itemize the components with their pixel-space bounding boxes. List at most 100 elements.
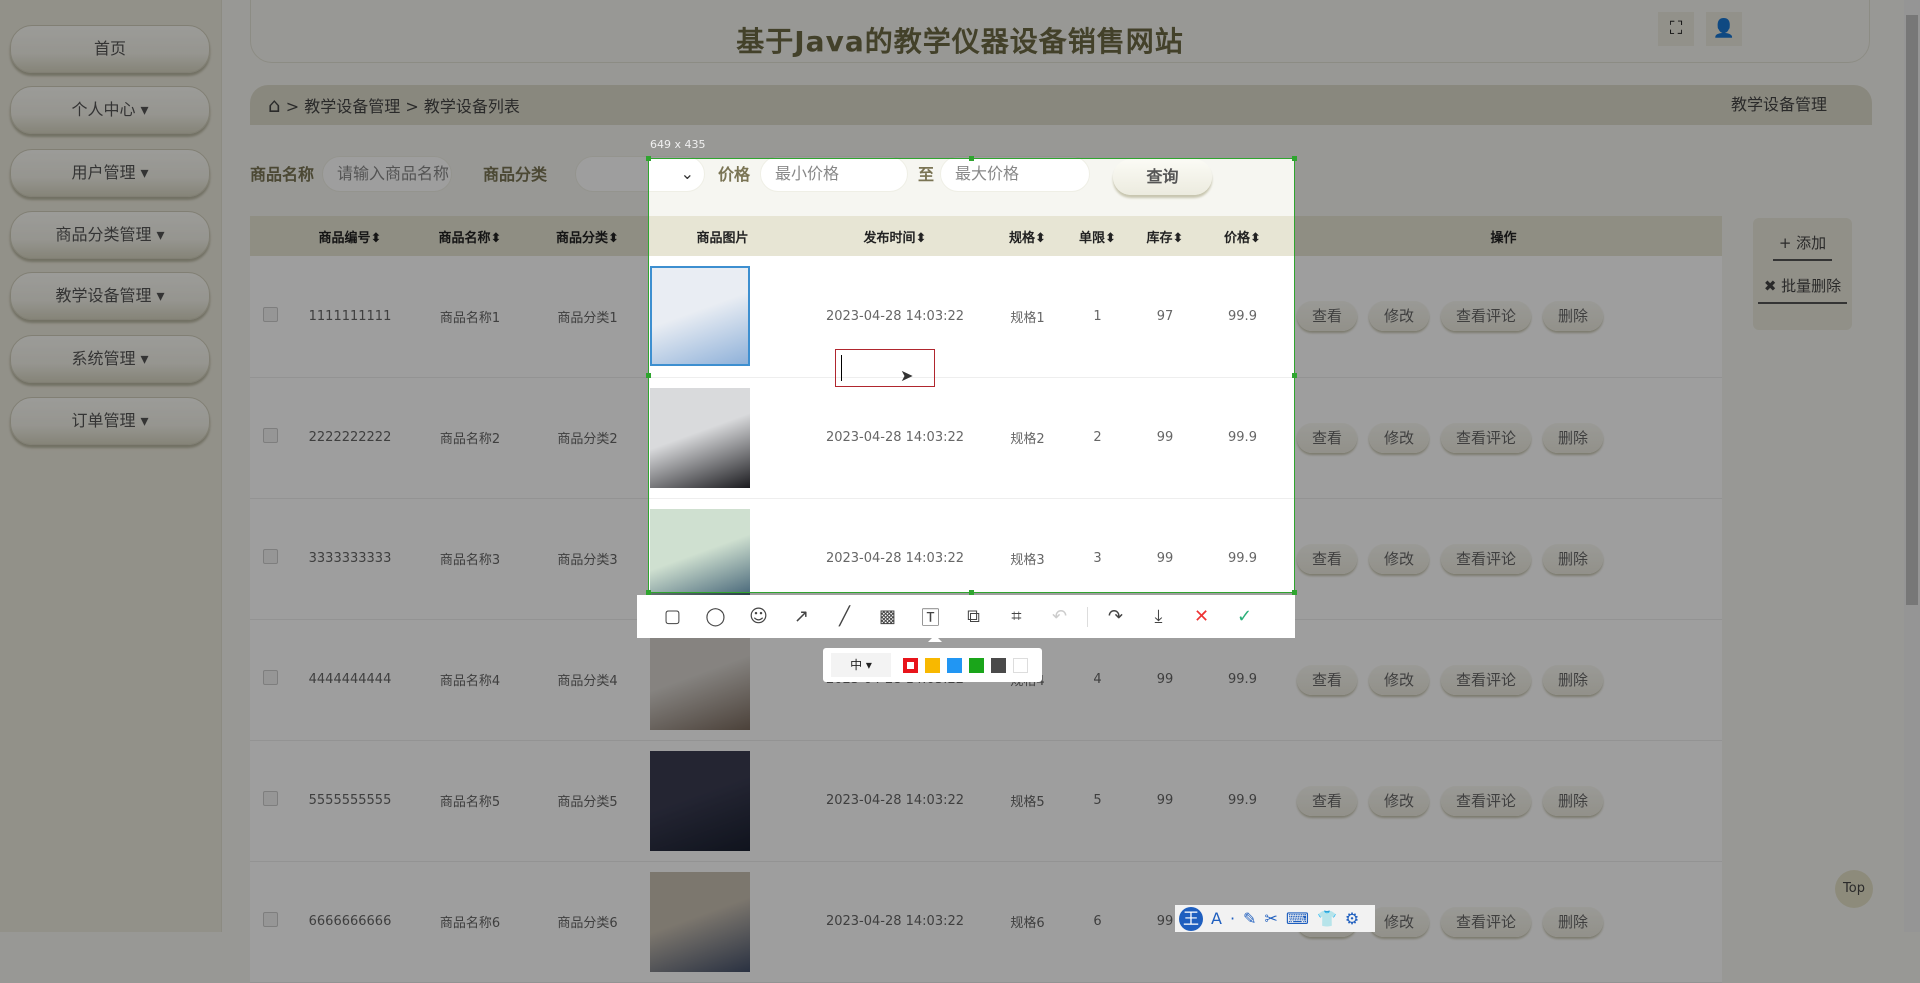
edit-button[interactable]: 修改 bbox=[1369, 422, 1430, 453]
delete-button[interactable]: 删除 bbox=[1543, 664, 1604, 695]
row-checkbox[interactable] bbox=[262, 428, 278, 443]
breadcrumb-section: 教学设备管理 bbox=[1730, 95, 1827, 114]
row-checkbox[interactable] bbox=[262, 670, 278, 685]
cell-spec: 规格5 bbox=[1010, 795, 1045, 810]
delete-button[interactable]: 删除 bbox=[1543, 543, 1604, 574]
edit-button[interactable]: 修改 bbox=[1369, 906, 1430, 937]
color-swatch[interactable] bbox=[903, 657, 918, 673]
ocr-icon[interactable]: ⌗ bbox=[995, 606, 1038, 627]
edit-button[interactable]: 修改 bbox=[1369, 301, 1430, 332]
column-header: 操作 bbox=[1285, 216, 1722, 256]
confirm-icon[interactable]: ✓ bbox=[1223, 606, 1266, 627]
view-button[interactable]: 查看 bbox=[1297, 422, 1358, 453]
side-actions: + 添加 ✖ 批量删除 bbox=[1753, 218, 1852, 330]
delete-button[interactable]: 删除 bbox=[1543, 301, 1604, 332]
column-header[interactable]: 商品名称⬍ bbox=[410, 216, 530, 256]
pen-icon[interactable]: ╱ bbox=[823, 606, 866, 627]
view-button[interactable]: 查看 bbox=[1297, 301, 1358, 332]
fullscreen-icon[interactable]: ⛶ bbox=[1658, 12, 1694, 46]
undo-icon[interactable]: ↶ bbox=[1038, 606, 1081, 627]
resize-handle[interactable] bbox=[1292, 373, 1297, 378]
nav-category-management[interactable]: 商品分类管理 ▾ bbox=[10, 211, 210, 259]
color-swatch[interactable] bbox=[947, 657, 962, 673]
cell-stock: 99 bbox=[1156, 672, 1174, 687]
resize-handle[interactable] bbox=[1292, 156, 1297, 161]
ime-scissors-icon[interactable]: ✂ bbox=[1264, 909, 1277, 928]
color-swatch[interactable] bbox=[991, 657, 1006, 673]
product-image[interactable] bbox=[650, 629, 750, 730]
ime-skin-icon[interactable]: 👕 bbox=[1317, 909, 1337, 928]
resize-handle[interactable] bbox=[646, 156, 651, 161]
name-input[interactable]: 请输入商品名称 bbox=[322, 156, 452, 192]
row-checkbox[interactable] bbox=[262, 912, 278, 927]
color-swatch[interactable] bbox=[925, 657, 940, 673]
ime-dot-icon[interactable]: · bbox=[1230, 909, 1235, 928]
view-button[interactable]: 查看 bbox=[1297, 664, 1358, 695]
resize-handle[interactable] bbox=[646, 373, 651, 378]
view-comments-button[interactable]: 查看评论 bbox=[1441, 906, 1532, 937]
cell-time: 2023-04-28 14:03:22 bbox=[825, 793, 965, 808]
view-comments-button[interactable]: 查看评论 bbox=[1441, 785, 1532, 816]
edit-button[interactable]: 修改 bbox=[1369, 543, 1430, 574]
cell: 6 bbox=[1065, 861, 1130, 983]
view-button[interactable]: 查看 bbox=[1297, 543, 1358, 574]
ime-settings-icon[interactable]: ⚙ bbox=[1345, 909, 1359, 928]
color-swatch[interactable] bbox=[1013, 657, 1028, 673]
image-cell bbox=[645, 740, 800, 862]
row-checkbox[interactable] bbox=[262, 549, 278, 564]
column-header[interactable]: 商品分类⬍ bbox=[530, 216, 645, 256]
text-annotation-box[interactable]: ➤ bbox=[835, 349, 935, 387]
scrollbar[interactable] bbox=[1904, 0, 1920, 932]
column-header[interactable]: 商品编号⬍ bbox=[290, 216, 410, 256]
cell-stock: 99 bbox=[1156, 914, 1174, 929]
share-icon[interactable]: ↷ bbox=[1094, 606, 1137, 627]
cell-price: 99.9 bbox=[1228, 672, 1257, 687]
font-size-select[interactable]: 中 ▾ bbox=[831, 653, 891, 677]
mosaic-icon[interactable]: ▩ bbox=[866, 606, 909, 627]
nav-order-management[interactable]: 订单管理 ▾ bbox=[10, 397, 210, 445]
nav-user-management[interactable]: 用户管理 ▾ bbox=[10, 149, 210, 197]
product-image[interactable] bbox=[650, 871, 750, 972]
resize-handle[interactable] bbox=[969, 156, 974, 161]
user-icon[interactable]: 👤 bbox=[1706, 12, 1742, 46]
cell-name: 商品名称1 bbox=[439, 310, 501, 326]
delete-button[interactable]: 删除 bbox=[1543, 906, 1604, 937]
home-icon[interactable]: ⌂ bbox=[268, 93, 281, 117]
product-image[interactable] bbox=[650, 750, 750, 851]
cell-cat: 商品分类1 bbox=[557, 310, 618, 326]
nav-equipment-management[interactable]: 教学设备管理 ▾ bbox=[10, 272, 210, 320]
ime-font-icon[interactable]: A bbox=[1211, 909, 1222, 928]
back-to-top-button[interactable]: Top bbox=[1835, 870, 1873, 908]
nav-personal-center[interactable]: 个人中心 ▾ bbox=[10, 86, 210, 134]
batch-delete-button[interactable]: ✖ 批量删除 bbox=[1757, 275, 1848, 304]
view-comments-button[interactable]: 查看评论 bbox=[1441, 543, 1532, 574]
arrow-icon[interactable]: ↗ bbox=[780, 606, 823, 627]
cell: 2222222222 bbox=[290, 377, 410, 499]
nav-system-management[interactable]: 系统管理 ▾ bbox=[10, 335, 210, 383]
edit-button[interactable]: 修改 bbox=[1369, 785, 1430, 816]
ime-keyboard-icon[interactable]: ⌨ bbox=[1286, 909, 1309, 928]
capture-selection[interactable] bbox=[646, 156, 1297, 595]
row-checkbox[interactable] bbox=[262, 306, 278, 322]
color-swatch[interactable] bbox=[969, 657, 984, 673]
delete-button[interactable]: 删除 bbox=[1543, 422, 1604, 453]
save-icon[interactable]: ⤓ bbox=[1137, 606, 1180, 627]
ime-pen-icon[interactable]: ✎ bbox=[1243, 909, 1256, 928]
add-button[interactable]: + 添加 bbox=[1772, 232, 1833, 261]
cell: 商品名称2 bbox=[410, 377, 530, 499]
view-comments-button[interactable]: 查看评论 bbox=[1441, 301, 1532, 332]
delete-button[interactable]: 删除 bbox=[1543, 785, 1604, 816]
cancel-icon[interactable]: ✕ bbox=[1180, 606, 1223, 627]
ime-logo-icon[interactable]: 王 bbox=[1179, 906, 1203, 931]
cell-cat: 商品分类3 bbox=[557, 553, 618, 568]
view-comments-button[interactable]: 查看评论 bbox=[1441, 664, 1532, 695]
view-button[interactable]: 查看 bbox=[1297, 785, 1358, 816]
emoji-icon[interactable]: ☺ bbox=[737, 606, 780, 627]
ellipse-icon[interactable]: ◯ bbox=[694, 606, 737, 627]
text-icon[interactable]: 🅃 bbox=[909, 604, 952, 630]
edit-button[interactable]: 修改 bbox=[1369, 664, 1430, 695]
view-comments-button[interactable]: 查看评论 bbox=[1441, 422, 1532, 453]
copy-icon[interactable]: ⧉ bbox=[952, 606, 995, 627]
row-checkbox[interactable] bbox=[262, 791, 278, 806]
rectangle-icon[interactable]: ▢ bbox=[651, 606, 694, 627]
